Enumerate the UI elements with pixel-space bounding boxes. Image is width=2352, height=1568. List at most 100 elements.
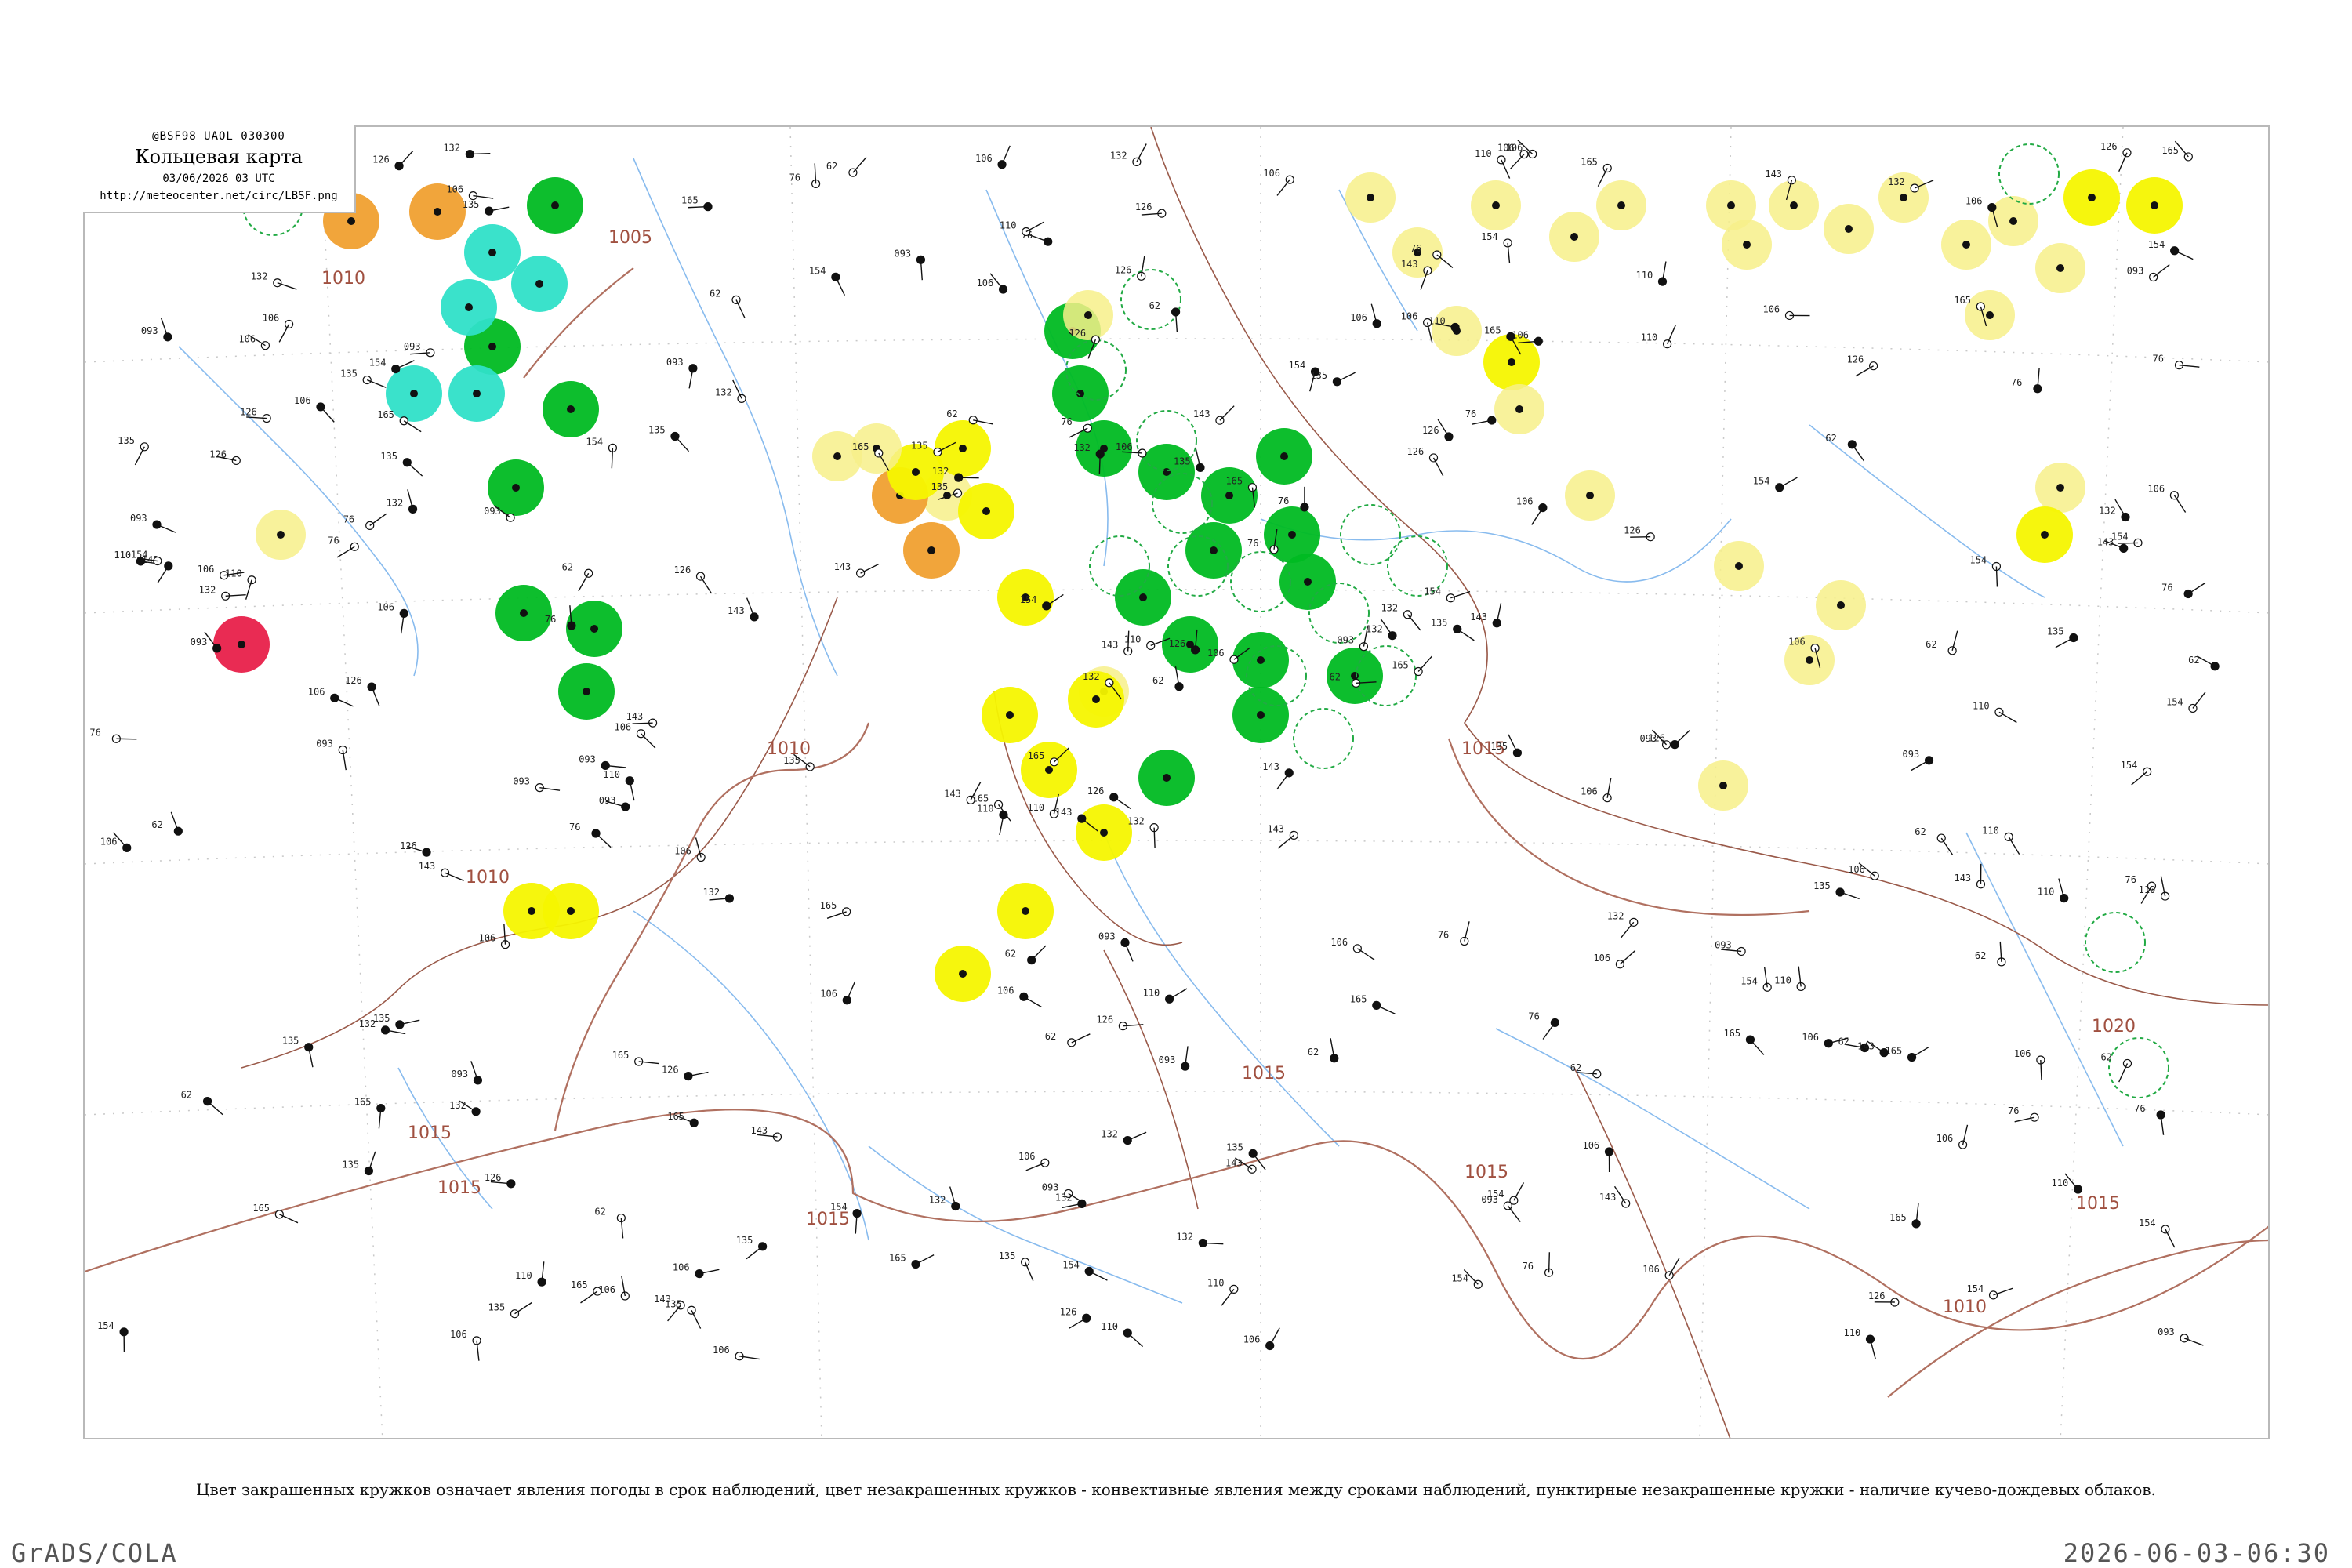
station-value: 135 bbox=[282, 1036, 299, 1047]
station-value: 62 bbox=[1915, 826, 1926, 837]
station-plot: 76 bbox=[2008, 1105, 2039, 1123]
station-value: 135 bbox=[1813, 880, 1831, 891]
station-plot: 132 bbox=[199, 584, 246, 601]
station-value: 110 bbox=[1143, 987, 1160, 998]
station-value: 76 bbox=[1438, 930, 1449, 941]
station-value: 132 bbox=[715, 387, 732, 397]
station-value: 106 bbox=[674, 846, 691, 857]
station-value: 165 bbox=[1723, 1028, 1740, 1039]
map-url[interactable]: http://meteocenter.net/circ/LBSF.png bbox=[83, 190, 354, 202]
station-value: 76 bbox=[2134, 1103, 2145, 1114]
station-plot: 093 bbox=[666, 357, 698, 389]
station-plot: 132 bbox=[1101, 1129, 1147, 1145]
station-value: 093 bbox=[316, 738, 333, 749]
station-value: 106 bbox=[1642, 1264, 1660, 1275]
station-weather-circle bbox=[1256, 428, 1312, 485]
station-value: 132 bbox=[1127, 816, 1145, 827]
isobars bbox=[85, 267, 2268, 1398]
station-plot: 106 bbox=[614, 722, 656, 749]
station-weather-circle bbox=[1115, 569, 1171, 626]
station-value: 135 bbox=[340, 368, 358, 379]
isobar-label: 1015 bbox=[437, 1178, 481, 1198]
station-value: 126 bbox=[1096, 1014, 1113, 1025]
station-plot: 62 bbox=[1926, 630, 1958, 655]
station-plot: 126 bbox=[1135, 201, 1167, 218]
station-value: 126 bbox=[1069, 328, 1086, 339]
render-timestamp: 2026-06-03-06:30 bbox=[2063, 1538, 2330, 1568]
station-weather-circle bbox=[2035, 243, 2085, 293]
station-value: 106 bbox=[263, 313, 280, 324]
station-value: 143 bbox=[1193, 408, 1210, 419]
station-value: 62 bbox=[151, 819, 162, 830]
station-plot: 154 bbox=[2148, 239, 2194, 260]
station-plot: 126 bbox=[1060, 1306, 1091, 1330]
station-value: 154 bbox=[1451, 1272, 1468, 1283]
cb-cloud-dashed-circle bbox=[1998, 143, 2060, 205]
station-value: 132 bbox=[702, 887, 720, 898]
station-value: 154 bbox=[2148, 239, 2165, 250]
station-value: 132 bbox=[251, 271, 268, 282]
station-plot: 76 bbox=[1528, 1011, 1559, 1040]
station-value: 106 bbox=[479, 933, 496, 944]
station-plot: 093 bbox=[141, 318, 172, 342]
station-value: 132 bbox=[932, 466, 949, 477]
station-value: 106 bbox=[308, 686, 325, 697]
station-value: 093 bbox=[141, 325, 158, 336]
station-value: 106 bbox=[1516, 496, 1534, 507]
station-weather-circle bbox=[464, 224, 521, 281]
station-value: 62 bbox=[562, 561, 573, 572]
station-value: 62 bbox=[1005, 949, 1016, 960]
station-value: 165 bbox=[1028, 750, 1045, 761]
station-plot: 135 bbox=[1431, 617, 1475, 641]
station-plot: 110 bbox=[1774, 966, 1806, 992]
station-plot: 76 bbox=[2152, 354, 2200, 370]
station-value: 093 bbox=[1042, 1181, 1059, 1192]
station-weather-circle bbox=[1941, 220, 1991, 270]
station-value: 093 bbox=[484, 506, 501, 517]
station-value: 126 bbox=[372, 154, 390, 165]
station-plot: 106 bbox=[1936, 1124, 1969, 1149]
station-plot: 126 bbox=[345, 675, 380, 706]
station-plot: 76 bbox=[328, 535, 359, 558]
station-plot: 093 bbox=[2158, 1327, 2204, 1346]
station-plot: 135 bbox=[648, 425, 690, 452]
station-value: 143 bbox=[1401, 259, 1418, 270]
station-plot: 165 bbox=[1886, 1046, 1930, 1062]
cb-cloud-dashed-circle bbox=[2085, 912, 2146, 973]
station-value: 143 bbox=[1102, 640, 1119, 651]
station-value: 135 bbox=[999, 1250, 1016, 1261]
station-value: 106 bbox=[1936, 1133, 1954, 1144]
station-weather-circle bbox=[982, 687, 1038, 743]
station-plot: 62 bbox=[946, 408, 993, 425]
station-value: 165 bbox=[1954, 295, 1971, 306]
station-weather-circle bbox=[958, 483, 1014, 539]
station-plot: 135 bbox=[1813, 880, 1860, 900]
station-value: 132 bbox=[387, 497, 404, 508]
station-value: 106 bbox=[198, 564, 215, 575]
station-value: 135 bbox=[118, 435, 135, 446]
station-plot: 110 bbox=[1982, 825, 2020, 855]
station-value: 126 bbox=[674, 564, 691, 575]
station-weather-circle bbox=[1076, 804, 1132, 861]
station-plot: 106 bbox=[1243, 1327, 1280, 1351]
station-value: 106 bbox=[1581, 786, 1598, 797]
station-value: 093 bbox=[894, 248, 911, 259]
station-plot: 093 bbox=[2127, 263, 2170, 282]
station-value: 110 bbox=[1973, 700, 1990, 711]
station-weather-circle bbox=[935, 946, 991, 1002]
station-value: 126 bbox=[1087, 786, 1105, 797]
station-layer: 132 165 093 154 106 135 126 110 106 76 143 62 132 165… bbox=[89, 140, 2220, 1361]
station-plot: 76 bbox=[569, 822, 612, 848]
station-plot: 126 bbox=[1407, 446, 1444, 477]
station-plot: 62 bbox=[1149, 300, 1181, 332]
station-plot: 165 bbox=[1723, 1028, 1765, 1055]
station-weather-circle bbox=[1138, 750, 1195, 806]
station-value: 132 bbox=[1101, 1129, 1118, 1140]
station-plot: 110 bbox=[515, 1261, 546, 1287]
station-value: 110 bbox=[1101, 1321, 1118, 1332]
station-weather-circle bbox=[1483, 334, 1540, 390]
station-value: 62 bbox=[1926, 639, 1936, 650]
station-value: 106 bbox=[1497, 143, 1515, 154]
station-value: 110 bbox=[1641, 332, 1658, 343]
station-plot: 154 bbox=[1753, 476, 1798, 492]
